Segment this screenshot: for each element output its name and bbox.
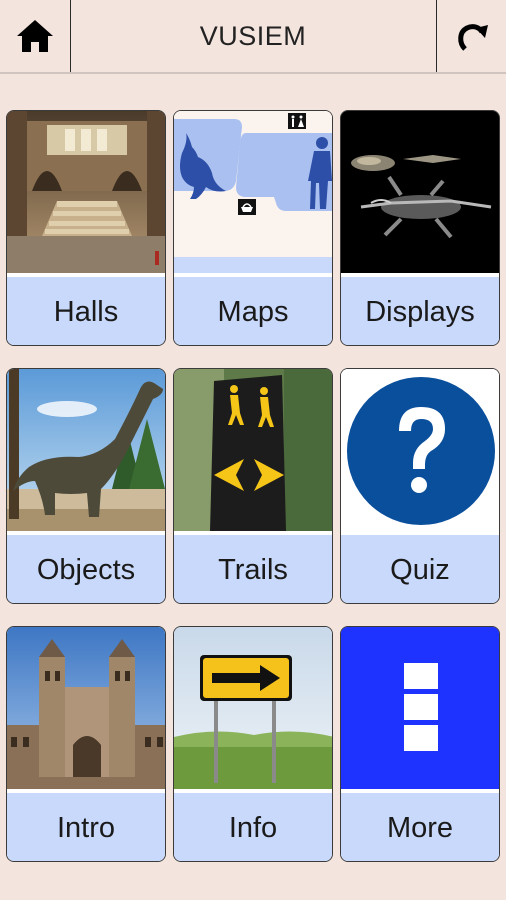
tile-intro[interactable]: Intro	[6, 626, 166, 862]
refresh-icon	[458, 24, 488, 51]
tile-label: Quiz	[341, 535, 499, 603]
tile-more[interactable]: More	[340, 626, 500, 862]
objects-image	[7, 369, 165, 531]
tile-quiz[interactable]: Quiz	[340, 368, 500, 604]
tile-info[interactable]: Info	[173, 626, 333, 862]
halls-image	[7, 111, 165, 273]
tile-trails[interactable]: Trails	[173, 368, 333, 604]
home-icon	[17, 20, 53, 52]
more-menu-icon	[404, 663, 438, 751]
tile-label: Halls	[7, 277, 165, 345]
tile-label: Trails	[174, 535, 332, 603]
app-title: VUSIEM	[199, 20, 307, 51]
tile-label: Info	[174, 793, 332, 861]
tile-label: Intro	[7, 793, 165, 861]
home-button[interactable]	[0, 0, 71, 72]
top-bar: VUSIEM	[0, 0, 506, 74]
tile-maps[interactable]: Maps	[173, 110, 333, 346]
tile-objects[interactable]: Objects	[6, 368, 166, 604]
refresh-button[interactable]	[436, 0, 506, 72]
quiz-image	[341, 369, 499, 531]
more-image	[341, 627, 499, 789]
tile-halls[interactable]: Halls	[6, 110, 166, 346]
info-image	[174, 627, 332, 789]
intro-image	[7, 627, 165, 789]
tile-label: More	[341, 793, 499, 861]
tile-label: Displays	[341, 277, 499, 345]
trails-image	[174, 369, 332, 531]
tile-label: Maps	[174, 277, 332, 345]
tile-displays[interactable]: Displays	[340, 110, 500, 346]
tile-label: Objects	[7, 535, 165, 603]
displays-image	[341, 111, 499, 273]
maps-image	[174, 111, 332, 273]
